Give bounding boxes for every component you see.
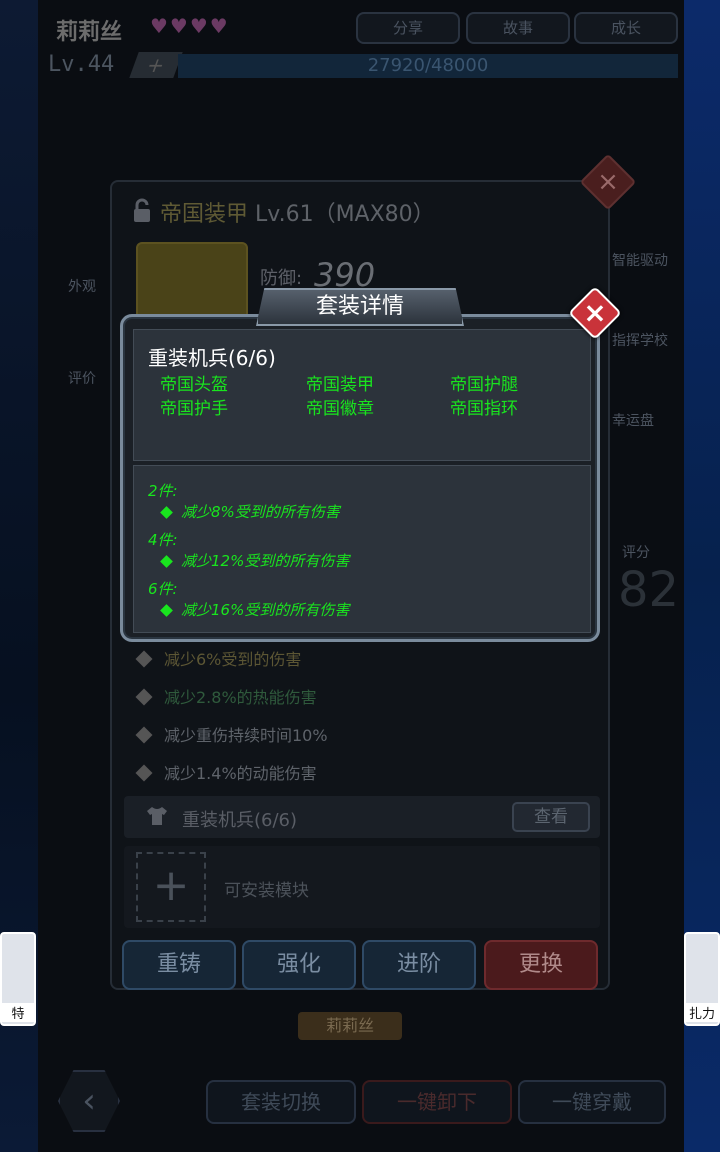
- bonus-effect: 减少8%受到的所有伤害: [160, 501, 340, 522]
- unequip-all-button[interactable]: 一键卸下: [362, 1080, 512, 1124]
- plus-icon[interactable]: +: [136, 852, 206, 922]
- diamond-icon: [160, 506, 173, 519]
- xp-bar: 27920/48000: [178, 54, 678, 78]
- set-piece: 帝国头盔: [160, 375, 228, 395]
- equip-all-button[interactable]: 一键穿戴: [518, 1080, 666, 1124]
- set-piece: 帝国指环: [450, 399, 518, 419]
- dialog-title: 套装详情: [256, 288, 464, 326]
- suit-bar: 重装机兵(6/6) 查看: [124, 796, 600, 838]
- item-title: 帝国装甲 Lv.61（MAX80）: [160, 196, 435, 228]
- bonus-effect: 减少12%受到的所有伤害: [160, 550, 349, 571]
- right-character-portrait[interactable]: 扎力: [684, 932, 720, 1026]
- character-name-plate: 莉莉丝: [298, 1012, 402, 1040]
- lock-icon[interactable]: [132, 198, 152, 228]
- advance-button[interactable]: 进阶: [362, 940, 476, 990]
- right-item-lucky-wheel[interactable]: 幸运盘: [612, 410, 654, 430]
- set-piece: 帝国护腿: [450, 375, 518, 395]
- bonus-label: 2件:: [148, 482, 178, 500]
- stat-row: 减少6%受到的伤害: [135, 646, 301, 670]
- score-value: 82: [618, 562, 680, 618]
- set-piece: 帝国装甲: [306, 375, 374, 395]
- appearance-label[interactable]: 外观: [68, 276, 96, 296]
- diamond-icon: [135, 688, 153, 706]
- item-name: 帝国装甲: [160, 202, 249, 227]
- suit-label: 重装机兵(6/6): [182, 810, 298, 831]
- level-label: Lv.44: [48, 52, 115, 77]
- portrait-caption: 特: [2, 1003, 34, 1022]
- score-label: 评分: [622, 545, 650, 561]
- recast-button[interactable]: 重铸: [122, 940, 236, 990]
- set-details-dialog: 重装机兵(6/6) 帝国头盔 帝国装甲 帝国护腿 帝国护手 帝国徽章 帝国指环 …: [120, 314, 600, 642]
- set-bonus-box: 2件: 减少8%受到的所有伤害 4件: 减少12%受到的所有伤害 6件: 减少1…: [133, 465, 591, 633]
- bonus-label: 6件:: [148, 580, 178, 598]
- set-piece: 帝国徽章: [306, 399, 374, 419]
- bonus-effect: 减少16%受到的所有伤害: [160, 599, 349, 620]
- shirt-icon: [146, 806, 168, 830]
- stat-row: 减少2.8%的热能伤害: [135, 684, 317, 708]
- affection-hearts: ♥♥♥♥: [150, 14, 230, 38]
- set-switch-button[interactable]: 套装切换: [206, 1080, 356, 1124]
- set-pieces-box: 重装机兵(6/6) 帝国头盔 帝国装甲 帝国护腿 帝国护手 帝国徽章 帝国指环: [133, 329, 591, 461]
- diamond-icon: [135, 726, 153, 744]
- set-piece: 帝国护手: [160, 399, 228, 419]
- diamond-icon: [160, 555, 173, 568]
- chevron-left-icon: ‹: [82, 1081, 96, 1121]
- xp-text: 27920/48000: [367, 55, 489, 76]
- module-label: 可安装模块: [224, 881, 309, 901]
- defense-label: 防御:: [260, 268, 303, 289]
- enhance-button[interactable]: 强化: [242, 940, 356, 990]
- replace-button[interactable]: 更换: [484, 940, 598, 990]
- bonus-label: 4件:: [148, 531, 178, 549]
- right-item-command-school[interactable]: 指挥学校: [612, 330, 668, 350]
- stat-row: 减少重伤持续时间10%: [135, 722, 328, 746]
- view-button[interactable]: 查看: [512, 802, 590, 832]
- item-level: Lv.61（MAX80）: [255, 202, 435, 227]
- close-icon: ×: [583, 296, 607, 329]
- right-item-smart-drive[interactable]: 智能驱动: [612, 250, 668, 270]
- diamond-icon: [135, 764, 153, 782]
- set-name: 重装机兵(6/6): [148, 346, 276, 370]
- close-icon: ×: [597, 167, 619, 197]
- stat-row: 减少1.4%的动能伤害: [135, 760, 317, 784]
- diamond-icon: [160, 604, 173, 617]
- left-character-portrait[interactable]: 特: [0, 932, 36, 1026]
- comment-label[interactable]: 评价: [68, 368, 96, 388]
- portrait-caption: 扎力: [686, 1003, 718, 1022]
- tab-story[interactable]: 故事: [466, 12, 570, 44]
- diamond-icon: [135, 650, 153, 668]
- tab-growth[interactable]: 成长: [574, 12, 678, 44]
- module-slot[interactable]: + 可安装模块: [124, 846, 600, 928]
- character-name: 莉莉丝: [56, 20, 123, 45]
- tab-share[interactable]: 分享: [356, 12, 460, 44]
